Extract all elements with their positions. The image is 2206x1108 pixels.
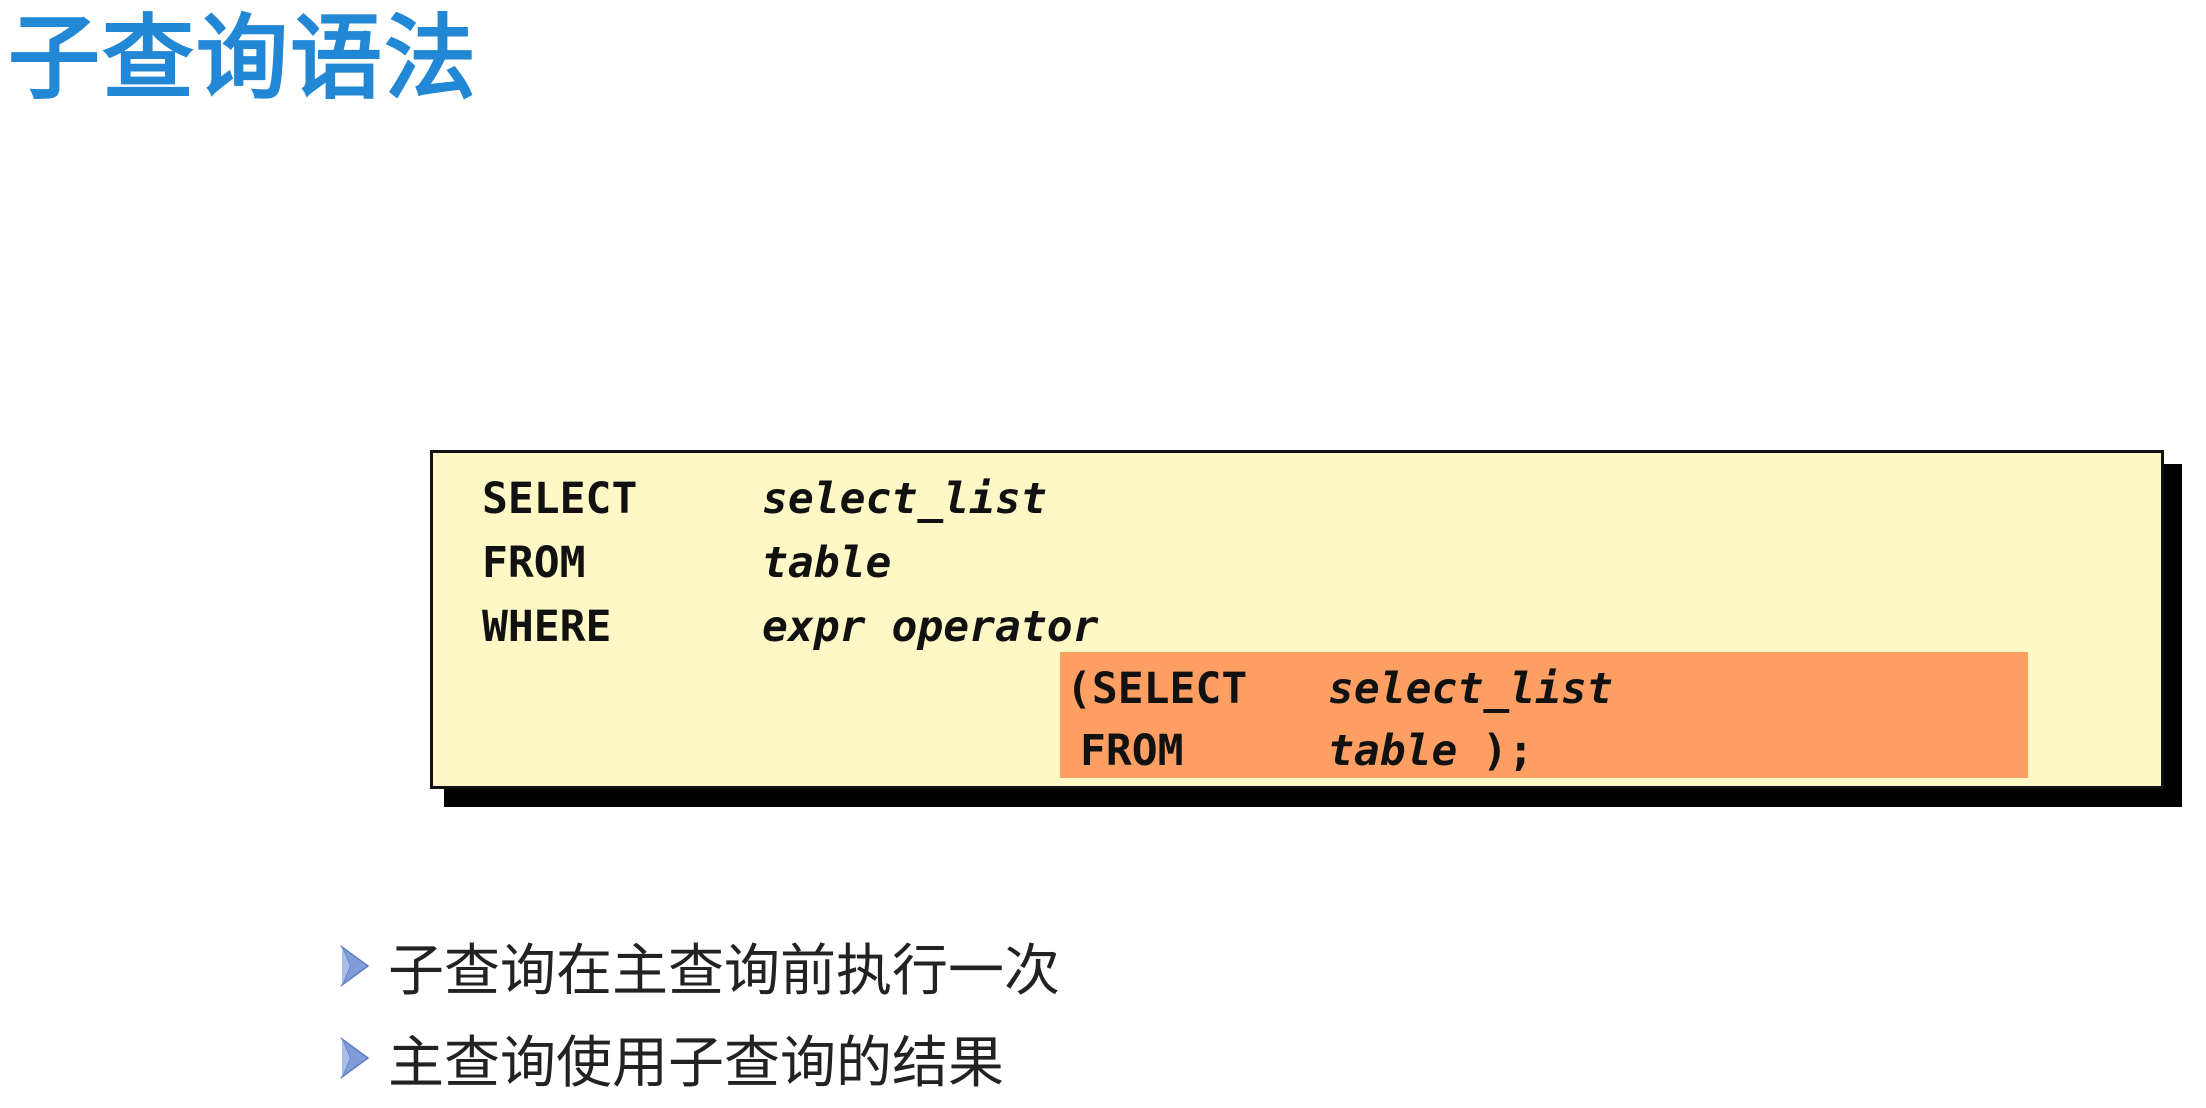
subquery-select-keyword: (SELECT [1066,664,1248,714]
bullet-item: 子查询在主查询前执行一次 [340,920,1060,1012]
slide-title: 子查询语法 [8,5,479,112]
bullet-item: 主查询使用子查询的结果 [340,1012,1060,1104]
expr-operator-value: expr operator [762,602,1099,652]
arrow-bullet-icon [340,1035,370,1081]
from-keyword: FROM [482,538,586,588]
arrow-bullet-icon [340,943,370,989]
subquery-table-value: table [1328,726,1458,776]
where-keyword: WHERE [482,602,612,652]
bullet-text: 子查询在主查询前执行一次 [388,938,1060,1004]
table-value: table [762,538,892,588]
subquery-select-list-value: select_list [1328,664,1613,714]
subquery-from-keyword: FROM [1080,726,1184,776]
select-list-value: select_list [762,474,1047,524]
bullet-text: 主查询使用子查询的结果 [388,1030,1004,1096]
select-keyword: SELECT [482,474,638,524]
subquery-close-paren: ); [1482,726,1534,776]
bullet-list: 子查询在主查询前执行一次 主查询使用子查询的结果 [340,920,1060,1104]
